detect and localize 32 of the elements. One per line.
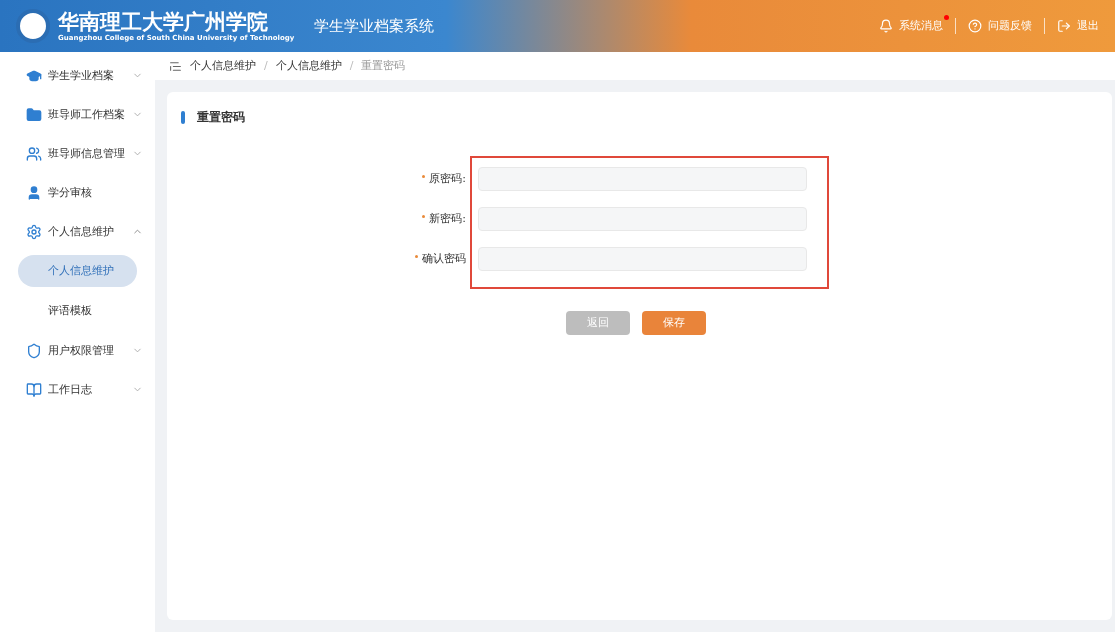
sidebar-menu-item[interactable]: 学生学业档案 bbox=[0, 56, 155, 95]
sidebar-menu-item[interactable]: 工作日志 bbox=[0, 370, 155, 409]
shield-icon bbox=[26, 342, 42, 359]
folder-icon bbox=[26, 106, 42, 123]
bell-icon bbox=[879, 19, 893, 33]
sidebar-menu-item[interactable]: 班导师工作档案 bbox=[0, 95, 155, 134]
breadcrumb-item[interactable]: 个人信息维护 bbox=[190, 57, 256, 75]
sidebar-submenu-item[interactable]: 评语模板 bbox=[18, 295, 137, 327]
breadcrumb-separator: / bbox=[264, 57, 268, 74]
field-label: 原密码: bbox=[429, 170, 466, 187]
menu-icon bbox=[169, 59, 182, 73]
logout-icon bbox=[1057, 19, 1071, 33]
emblem-icon bbox=[16, 9, 50, 43]
breadcrumb-item[interactable]: 个人信息维护 bbox=[275, 57, 342, 75]
sidebar-menu-item[interactable]: 学分审核 bbox=[0, 173, 155, 212]
breadcrumb-separator: / bbox=[349, 57, 354, 74]
logo-text: 华南理工大学广州学院 bbox=[58, 9, 269, 34]
field-label: 新密码: bbox=[429, 210, 466, 227]
field-label: 确认密码 bbox=[422, 250, 466, 267]
sidebar-menu-item[interactable]: 用户权限管理 bbox=[0, 331, 155, 370]
help-icon bbox=[968, 19, 982, 33]
system-title: 学生学业档案系统 bbox=[314, 15, 435, 37]
title-accent-bar bbox=[181, 110, 185, 124]
sidebar-menu-item[interactable]: 个人信息维护 bbox=[0, 212, 155, 251]
people-icon bbox=[26, 145, 42, 162]
breadcrumb-item: 重置密码 bbox=[361, 57, 406, 74]
gear-icon bbox=[26, 223, 42, 240]
sidebar-submenu-item[interactable]: 个人信息维护 bbox=[18, 255, 137, 287]
card-title: 重置密码 bbox=[197, 109, 245, 126]
book-icon bbox=[26, 381, 42, 398]
person-icon bbox=[26, 184, 42, 201]
sidebar-menu-item[interactable]: 班导师信息管理 bbox=[0, 134, 155, 173]
